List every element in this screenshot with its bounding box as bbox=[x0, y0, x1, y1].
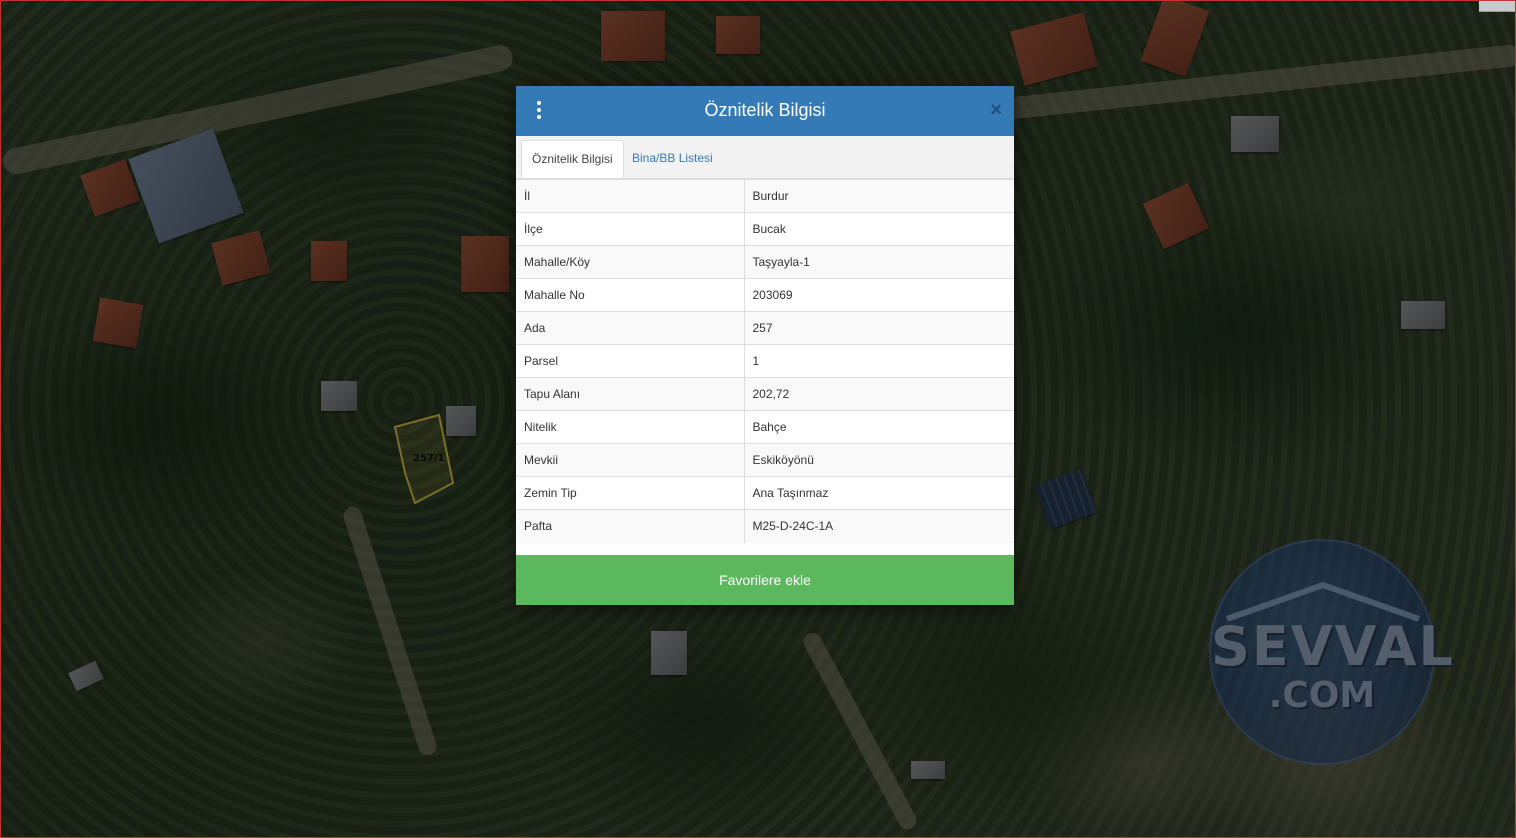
row-value: Bahçe bbox=[744, 410, 1014, 444]
row-value: Eskiköyönü bbox=[744, 443, 1014, 477]
row-key: Ada bbox=[516, 311, 745, 345]
row-key: Mevkii bbox=[516, 443, 745, 477]
app-frame: 257/1 SEVVAL .COM Öznitelik Bilgisi × Öz… bbox=[0, 0, 1516, 838]
table-row: İlçe Bucak bbox=[516, 212, 1014, 246]
row-key: İl bbox=[516, 179, 745, 213]
table-row: Zemin Tip Ana Taşınmaz bbox=[516, 476, 1014, 510]
attribute-table: İl Burdur İlçe Bucak Mahalle/Köy Taşyayla-1… bbox=[516, 179, 1014, 543]
row-value: 257 bbox=[744, 311, 1014, 345]
row-value: M25-D-24C-1A bbox=[744, 509, 1014, 543]
row-key: İlçe bbox=[516, 212, 745, 246]
table-row: Tapu Alanı 202,72 bbox=[516, 377, 1014, 411]
table-row: Pafta M25-D-24C-1A bbox=[516, 509, 1014, 543]
row-value: Taşyayla-1 bbox=[744, 245, 1014, 279]
tab-attribute-info[interactable]: Öznitelik Bilgisi bbox=[521, 140, 624, 178]
modal-title: Öznitelik Bilgisi bbox=[704, 100, 826, 120]
attribute-info-modal: Öznitelik Bilgisi × Öznitelik Bilgisi Bi… bbox=[516, 86, 1014, 605]
modal-tabs: Öznitelik Bilgisi Bina/BB Listesi bbox=[516, 136, 1014, 179]
row-key: Mahalle/Köy bbox=[516, 245, 745, 279]
row-key: Pafta bbox=[516, 509, 745, 543]
row-value: 203069 bbox=[744, 278, 1014, 312]
row-key: Nitelik bbox=[516, 410, 745, 444]
table-row: Mahalle/Köy Taşyayla-1 bbox=[516, 245, 1014, 279]
row-key: Tapu Alanı bbox=[516, 377, 745, 411]
table-row: Mevkii Eskiköyönü bbox=[516, 443, 1014, 477]
table-row: Nitelik Bahçe bbox=[516, 410, 1014, 444]
tab-building-list[interactable]: Bina/BB Listesi bbox=[622, 140, 723, 177]
row-value: Ana Taşınmaz bbox=[744, 476, 1014, 510]
row-value: Burdur bbox=[744, 179, 1014, 213]
table-row: Ada 257 bbox=[516, 311, 1014, 345]
add-to-favorites-button[interactable]: Favorilere ekle bbox=[516, 555, 1014, 605]
row-key: Parsel bbox=[516, 344, 745, 378]
row-key: Zemin Tip bbox=[516, 476, 745, 510]
row-value: 202,72 bbox=[744, 377, 1014, 411]
row-key: Mahalle No bbox=[516, 278, 745, 312]
window-corner-control[interactable] bbox=[1479, 1, 1515, 12]
close-icon[interactable]: × bbox=[990, 99, 1002, 121]
table-row: İl Burdur bbox=[516, 179, 1014, 213]
table-row: Mahalle No 203069 bbox=[516, 278, 1014, 312]
row-value: Bucak bbox=[744, 212, 1014, 246]
table-row: Parsel 1 bbox=[516, 344, 1014, 378]
modal-header: Öznitelik Bilgisi × bbox=[516, 86, 1014, 136]
row-value: 1 bbox=[744, 344, 1014, 378]
